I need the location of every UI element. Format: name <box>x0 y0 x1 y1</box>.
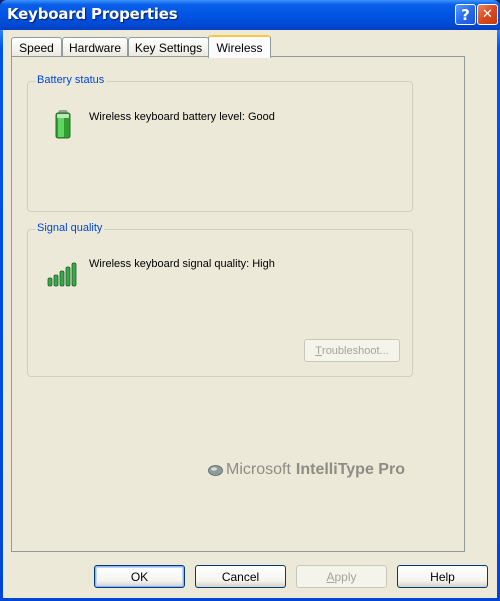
signal-bars-icon <box>47 262 77 287</box>
ok-button[interactable]: OK <box>94 565 185 588</box>
tab-key-settings[interactable]: Key Settings <box>128 37 209 57</box>
cancel-button[interactable]: Cancel <box>195 565 286 588</box>
help-label: Help <box>430 569 455 584</box>
wireless-tab-panel: Battery status Wireless keyboard battery… <box>11 56 465 552</box>
tab-key-settings-label: Key Settings <box>134 40 203 55</box>
apply-label: pply <box>334 569 357 584</box>
close-button[interactable]: ✕ <box>477 4 498 25</box>
tab-hardware-label: Hardware <box>68 40 122 55</box>
tab-wireless-label: Wireless <box>216 40 263 55</box>
apply-button[interactable]: Apply <box>296 565 387 588</box>
battery-full-icon <box>55 110 71 139</box>
title-bar[interactable]: Keyboard Properties ? ✕ <box>0 0 500 30</box>
battery-status-label: Battery status <box>35 74 107 86</box>
battery-status-group: Battery status Wireless keyboard battery… <box>27 74 413 212</box>
keyboard-properties-window: Keyboard Properties ? ✕ Speed Hardware K… <box>0 0 500 601</box>
brand-product: IntelliType Pro <box>295 461 405 478</box>
signal-quality-label: Signal quality <box>35 222 105 234</box>
apply-accelerator: A <box>326 569 335 584</box>
tab-speed-label: Speed <box>19 40 54 55</box>
question-mark-icon: ? <box>461 5 470 24</box>
window-title: Keyboard Properties <box>7 5 178 23</box>
troubleshoot-button[interactable]: Troubleshoot... <box>304 339 400 362</box>
cancel-label: Cancel <box>221 569 260 584</box>
troubleshoot-label: roubleshoot... <box>322 344 389 357</box>
troubleshoot-accelerator: T <box>315 344 323 357</box>
battery-level-text: Wireless keyboard battery level: Good <box>89 111 275 123</box>
signal-quality-group: Signal quality Wireless keyboard signal … <box>27 222 413 377</box>
signal-quality-text: Wireless keyboard signal quality: High <box>89 258 275 270</box>
intellitype-brand: Microsoft IntelliType Pro <box>208 461 405 479</box>
ok-label: OK <box>130 569 149 584</box>
help-button[interactable]: Help <box>397 565 488 588</box>
close-icon: ✕ <box>482 7 493 22</box>
help-title-button[interactable]: ? <box>455 4 476 25</box>
tab-speed[interactable]: Speed <box>11 37 62 57</box>
microsoft-mouse-logo <box>208 464 223 476</box>
tab-hardware[interactable]: Hardware <box>62 37 128 57</box>
tab-wireless[interactable]: Wireless <box>208 35 271 58</box>
dialog-client-area: Speed Hardware Key Settings Wireless Bat… <box>3 30 497 598</box>
brand-company: Microsoft <box>226 461 291 478</box>
